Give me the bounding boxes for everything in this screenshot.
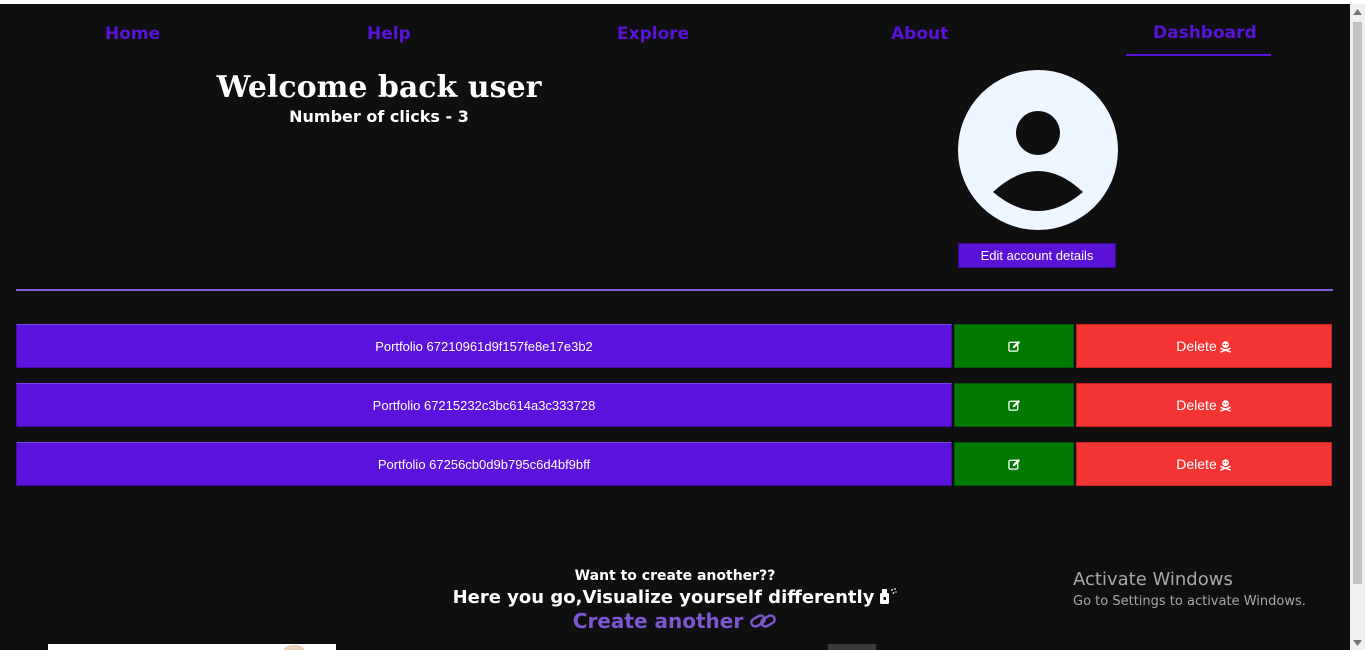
portfolio-row: Portfolio 67256cb0d9b795c6d4bf9bff Delet… xyxy=(16,442,1332,486)
activate-windows-title: Activate Windows xyxy=(1073,569,1233,590)
section-divider xyxy=(16,289,1333,291)
edit-portfolio-button[interactable] xyxy=(954,442,1074,486)
top-nav: Home Help Explore About Dashboard xyxy=(0,4,1350,64)
nav-about[interactable]: About xyxy=(891,24,948,44)
welcome-title: Welcome back user xyxy=(216,70,542,105)
edit-icon xyxy=(1007,458,1020,470)
nav-active-underline xyxy=(1126,54,1271,56)
delete-portfolio-button[interactable]: Delete xyxy=(1076,442,1332,486)
scroll-down-arrow-icon[interactable] xyxy=(1350,635,1365,650)
click-count: Number of clicks - 3 xyxy=(289,107,469,126)
nav-dashboard[interactable]: Dashboard xyxy=(1153,23,1257,43)
delete-portfolio-button[interactable]: Delete xyxy=(1076,324,1332,368)
delete-label: Delete xyxy=(1176,397,1217,413)
portfolio-row: Portfolio 67210961d9f157fe8e17e3b2 Delet… xyxy=(16,324,1332,368)
skull-icon xyxy=(1219,399,1232,412)
delete-portfolio-button[interactable]: Delete xyxy=(1076,383,1332,427)
edit-portfolio-button[interactable] xyxy=(954,324,1074,368)
spray-bottle-icon xyxy=(877,587,898,610)
nav-help[interactable]: Help xyxy=(367,24,411,44)
scroll-up-arrow-icon[interactable] xyxy=(1350,4,1365,19)
nav-home[interactable]: Home xyxy=(105,24,160,44)
skull-icon xyxy=(1219,340,1232,353)
dashboard-page: Home Help Explore About Dashboard Welcom… xyxy=(0,0,1365,650)
edit-icon xyxy=(1007,399,1020,411)
edit-portfolio-button[interactable] xyxy=(954,383,1074,427)
scrollbar-thumb[interactable] xyxy=(1353,22,1362,584)
cta-tagline-text: Here you go,Visualize yourself different… xyxy=(452,587,875,608)
create-another-link[interactable]: Create another xyxy=(0,609,1350,636)
create-another-label: Create another xyxy=(572,609,744,633)
bottom-dark-block xyxy=(828,644,876,650)
activate-windows-subtitle: Go to Settings to activate Windows. xyxy=(1073,594,1306,609)
delete-label: Delete xyxy=(1176,456,1217,472)
vertical-scrollbar[interactable] xyxy=(1350,4,1365,650)
link-icon xyxy=(749,611,777,636)
edit-icon xyxy=(1007,340,1020,352)
edit-account-button[interactable]: Edit account details xyxy=(958,243,1116,268)
portfolio-row: Portfolio 67215232c3bc614a3c333728 Delet… xyxy=(16,383,1332,427)
portfolio-button[interactable]: Portfolio 67256cb0d9b795c6d4bf9bff xyxy=(16,442,952,486)
portfolio-button[interactable]: Portfolio 67215232c3bc614a3c333728 xyxy=(16,383,952,427)
portfolio-button[interactable]: Portfolio 67210961d9f157fe8e17e3b2 xyxy=(16,324,952,368)
user-avatar-icon xyxy=(958,70,1118,230)
avatar-silhouette xyxy=(993,111,1083,211)
delete-label: Delete xyxy=(1176,338,1217,354)
nav-explore[interactable]: Explore xyxy=(617,24,689,44)
skull-icon xyxy=(1219,458,1232,471)
